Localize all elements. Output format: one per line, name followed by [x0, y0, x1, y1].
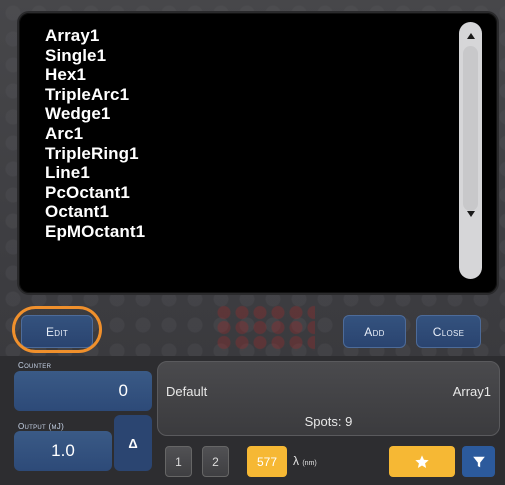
wavelength-label: λ (nm): [293, 454, 317, 468]
preset-2-button[interactable]: 2: [202, 446, 229, 477]
scrollbar-thumb[interactable]: [463, 46, 478, 211]
scrollbar[interactable]: [459, 22, 482, 279]
delta-button[interactable]: Δ: [114, 415, 152, 471]
edit-highlight-ring: [12, 306, 102, 353]
pattern-name: Array1: [452, 384, 491, 399]
list-item[interactable]: TripleRing1: [45, 144, 465, 164]
star-icon: [415, 454, 429, 468]
preset-name: Default: [166, 384, 208, 399]
filter-icon: [472, 456, 485, 467]
scroll-down-icon[interactable]: [459, 205, 482, 223]
indicator-dots: [215, 305, 315, 351]
list-item[interactable]: Arc1: [45, 124, 465, 144]
pattern-info-panel: Default Array1 Spots: 9: [157, 361, 500, 436]
list-item[interactable]: Wedge1: [45, 104, 465, 124]
lambda-symbol: λ: [293, 454, 299, 468]
add-button[interactable]: Add: [343, 315, 406, 348]
list-item[interactable]: Array1: [45, 26, 465, 46]
output-field[interactable]: 1.0: [14, 431, 112, 471]
close-button[interactable]: Close: [416, 315, 481, 348]
list-item[interactable]: Single1: [45, 46, 465, 66]
pattern-list: Array1 Single1 Hex1 TripleArc1 Wedge1 Ar…: [45, 26, 465, 242]
output-label: Output (mJ): [18, 422, 65, 431]
output-value: 1.0: [51, 441, 75, 460]
counter-field[interactable]: 0: [14, 371, 152, 411]
list-item[interactable]: Line1: [45, 163, 465, 183]
list-item[interactable]: Hex1: [45, 65, 465, 85]
counter-value: 0: [118, 381, 128, 400]
counter-label: Counter: [18, 361, 52, 370]
lambda-unit: (nm): [302, 460, 317, 467]
preset-1-button[interactable]: 1: [165, 446, 192, 477]
favorite-button[interactable]: [389, 446, 455, 477]
spots-count: Spots: 9: [304, 414, 353, 429]
list-item[interactable]: EpMOctant1: [45, 222, 465, 242]
list-item[interactable]: PcOctant1: [45, 183, 465, 203]
filter-button[interactable]: [462, 446, 495, 477]
pattern-list-panel: Array1 Single1 Hex1 TripleArc1 Wedge1 Ar…: [17, 11, 499, 295]
wavelength-button[interactable]: 577: [247, 446, 287, 477]
list-item[interactable]: TripleArc1: [45, 85, 465, 105]
list-item[interactable]: Octant1: [45, 202, 465, 222]
scroll-up-icon[interactable]: [459, 27, 482, 45]
